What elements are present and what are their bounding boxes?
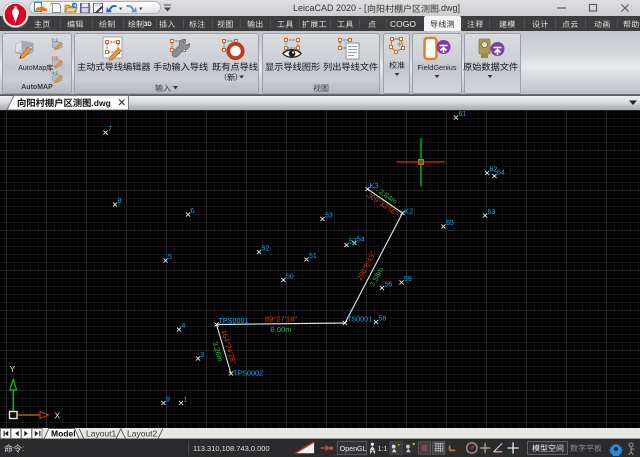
svg-text:TS0001: TS0001 xyxy=(347,315,372,324)
svg-text:TPS0001: TPS0001 xyxy=(219,316,249,325)
svg-text:8: 8 xyxy=(118,198,122,205)
svg-text:Model: Model xyxy=(51,429,76,439)
svg-text:Layout1: Layout1 xyxy=(86,429,117,439)
svg-text:54: 54 xyxy=(357,237,365,244)
svg-text:89°27'18": 89°27'18" xyxy=(265,315,297,324)
svg-text:7: 7 xyxy=(108,126,112,133)
svg-text:61: 61 xyxy=(459,111,467,118)
svg-text:57: 57 xyxy=(349,239,357,246)
svg-text:OpenGL: OpenGL xyxy=(340,445,367,453)
svg-text:9: 9 xyxy=(166,397,170,404)
svg-text:K2: K2 xyxy=(404,207,413,216)
svg-text:K3: K3 xyxy=(370,181,379,190)
svg-text:4: 4 xyxy=(182,323,186,330)
svg-text:65: 65 xyxy=(446,220,454,227)
svg-text:6: 6 xyxy=(191,208,195,215)
svg-text:5: 5 xyxy=(168,254,172,261)
svg-text:1:1: 1:1 xyxy=(378,445,388,453)
svg-text:59: 59 xyxy=(404,276,412,283)
svg-text:53: 53 xyxy=(325,213,333,220)
svg-text:56: 56 xyxy=(385,282,393,289)
svg-text:8.00m: 8.00m xyxy=(271,325,292,334)
svg-text:58: 58 xyxy=(379,316,387,323)
svg-text:X: X xyxy=(55,411,61,421)
svg-text:Layout2: Layout2 xyxy=(127,429,158,439)
svg-text:51: 51 xyxy=(309,253,317,260)
svg-text:50: 50 xyxy=(286,274,294,281)
svg-text:TPS0002: TPS0002 xyxy=(233,369,263,378)
svg-text:52: 52 xyxy=(262,246,270,253)
svg-text:1: 1 xyxy=(184,397,188,404)
svg-text:Y: Y xyxy=(10,364,16,374)
svg-text:64: 64 xyxy=(497,170,505,177)
svg-text:3: 3 xyxy=(201,352,205,359)
svg-text:63: 63 xyxy=(488,209,496,216)
